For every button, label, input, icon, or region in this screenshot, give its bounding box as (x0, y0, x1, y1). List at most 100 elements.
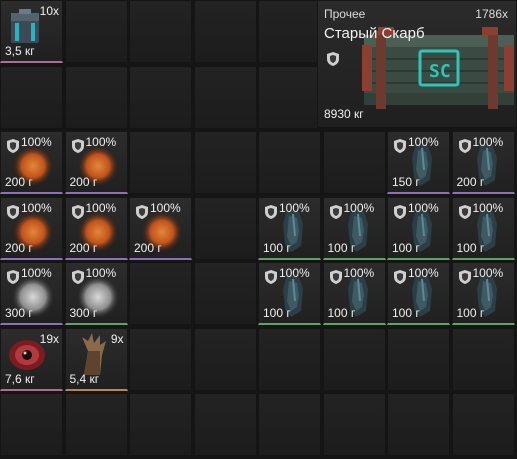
item-condition: 100% (279, 200, 310, 215)
inventory-grid: 10x 3,5 кг 100% 200 г 100% 200 г 100% 150 г 100%… (0, 0, 517, 459)
item-condition: 100% (343, 266, 375, 280)
shield-icon (458, 139, 471, 153)
item-count: 19x (39, 331, 59, 346)
empty-slot[interactable] (193, 327, 257, 391)
item-condition: 100% (21, 266, 52, 280)
inventory-item-orange-artifact[interactable]: 100% 200 г (129, 196, 192, 260)
inventory-item-orange-artifact[interactable]: 100% 200 г (0, 131, 63, 194)
item-weight: 200 г (5, 175, 33, 189)
container-case-icon (11, 9, 39, 43)
empty-slot[interactable] (258, 327, 321, 391)
item-condition: 100% (472, 135, 504, 149)
empty-slot[interactable] (129, 0, 192, 63)
item-condition: 100% (279, 266, 310, 280)
inventory-item-blue-armor[interactable]: 100% 150 г (387, 131, 450, 194)
empty-slot[interactable] (64, 0, 128, 63)
empty-slot[interactable] (387, 327, 450, 391)
shield-icon (458, 270, 471, 284)
shield-icon (71, 270, 84, 284)
inventory-item-claw-part[interactable]: 9x 5,4 кг (64, 327, 128, 391)
empty-slot[interactable] (0, 65, 63, 129)
shield-icon (394, 204, 406, 219)
item-weight: 300 г (5, 306, 33, 320)
empty-slot[interactable] (193, 393, 257, 456)
inventory-item-orange-artifact[interactable]: 100% 200 г (64, 131, 128, 194)
item-weight: 100 г (456, 240, 485, 255)
item-weight: 8930 кг (324, 107, 364, 121)
item-name: Старый Скарб (324, 25, 425, 42)
shield-icon (71, 204, 84, 219)
shield-icon (329, 270, 342, 284)
item-count: 1786x (475, 7, 508, 21)
empty-slot[interactable] (129, 393, 192, 456)
item-weight: 200 г (134, 240, 162, 255)
inventory-item-blue-armor[interactable]: 100% 100 г (451, 262, 515, 325)
item-weight: 100 г (263, 240, 291, 255)
empty-slot[interactable] (451, 327, 515, 391)
inventory-item-old-junk-crate[interactable]: SC Прочее 1786x Старый Скарб 8930 кг (317, 0, 517, 128)
item-condition: 100% (85, 200, 117, 215)
item-weight: 100 г (327, 306, 356, 320)
item-weight: 200 г (69, 240, 98, 255)
empty-slot[interactable] (64, 393, 128, 456)
item-condition: 100% (85, 135, 117, 149)
empty-slot[interactable] (387, 393, 450, 456)
inventory-item-blue-armor[interactable]: 100% 100 г (258, 196, 321, 260)
empty-slot[interactable] (258, 65, 321, 129)
empty-slot[interactable] (193, 196, 257, 260)
crate-logo-text: SC (429, 61, 451, 82)
empty-slot[interactable] (322, 327, 386, 391)
empty-slot[interactable] (64, 65, 128, 129)
empty-slot[interactable] (193, 0, 257, 63)
empty-slot[interactable] (322, 131, 386, 194)
item-weight: 200 г (5, 240, 33, 255)
inventory-item-eye-part[interactable]: 19x 7,6 кг (0, 327, 63, 391)
empty-slot[interactable] (0, 393, 63, 456)
inventory-item-white-artifact[interactable]: 100% 300 г (0, 262, 63, 325)
inventory-item-container[interactable]: 10x 3,5 кг (0, 0, 63, 63)
item-weight: 3,5 кг (5, 44, 35, 58)
shield-icon (394, 139, 406, 153)
inventory-item-blue-armor[interactable]: 100% 100 г (322, 196, 386, 260)
inventory-item-white-artifact[interactable]: 100% 300 г (64, 262, 128, 325)
item-condition: 100% (408, 266, 439, 280)
item-condition: 100% (21, 135, 52, 149)
item-weight: 5,4 кг (69, 371, 100, 386)
inventory-item-orange-artifact[interactable]: 100% 200 г (0, 196, 63, 260)
inventory-item-blue-armor[interactable]: 100% 100 г (387, 262, 450, 325)
item-condition: 100% (472, 200, 504, 215)
item-weight: 100 г (327, 240, 356, 255)
empty-slot[interactable] (193, 65, 257, 129)
item-condition: 100% (408, 135, 439, 149)
shield-icon (265, 204, 277, 219)
item-weight: 200 г (69, 175, 98, 189)
inventory-item-blue-armor[interactable]: 100% 100 г (451, 196, 515, 260)
empty-slot[interactable] (451, 393, 515, 456)
mutant-claw-icon (81, 332, 106, 375)
item-condition: 100% (85, 266, 117, 280)
empty-slot[interactable] (129, 131, 192, 194)
item-weight: 100 г (392, 240, 420, 255)
inventory-item-blue-armor[interactable]: 100% 100 г (387, 196, 450, 260)
inventory-item-blue-armor[interactable]: 100% 100 г (258, 262, 321, 325)
inventory-item-blue-armor[interactable]: 100% 100 г (322, 262, 386, 325)
item-category: Прочее (324, 7, 366, 21)
empty-slot[interactable] (193, 131, 257, 194)
empty-slot[interactable] (129, 262, 192, 325)
shield-icon (394, 270, 406, 284)
inventory-item-blue-armor[interactable]: 100% 200 г (451, 131, 515, 194)
empty-slot[interactable] (129, 327, 192, 391)
shield-icon (327, 52, 339, 66)
item-weight: 100 г (392, 306, 420, 320)
item-weight: 300 г (69, 306, 98, 320)
item-count: 9x (110, 331, 124, 346)
empty-slot[interactable] (193, 262, 257, 325)
empty-slot[interactable] (258, 0, 321, 63)
empty-slot[interactable] (258, 131, 321, 194)
item-weight: 150 г (392, 175, 420, 189)
item-condition: 100% (21, 200, 52, 215)
empty-slot[interactable] (258, 393, 321, 456)
inventory-item-orange-artifact[interactable]: 100% 200 г (64, 196, 128, 260)
empty-slot[interactable] (129, 65, 192, 129)
empty-slot[interactable] (322, 393, 386, 456)
